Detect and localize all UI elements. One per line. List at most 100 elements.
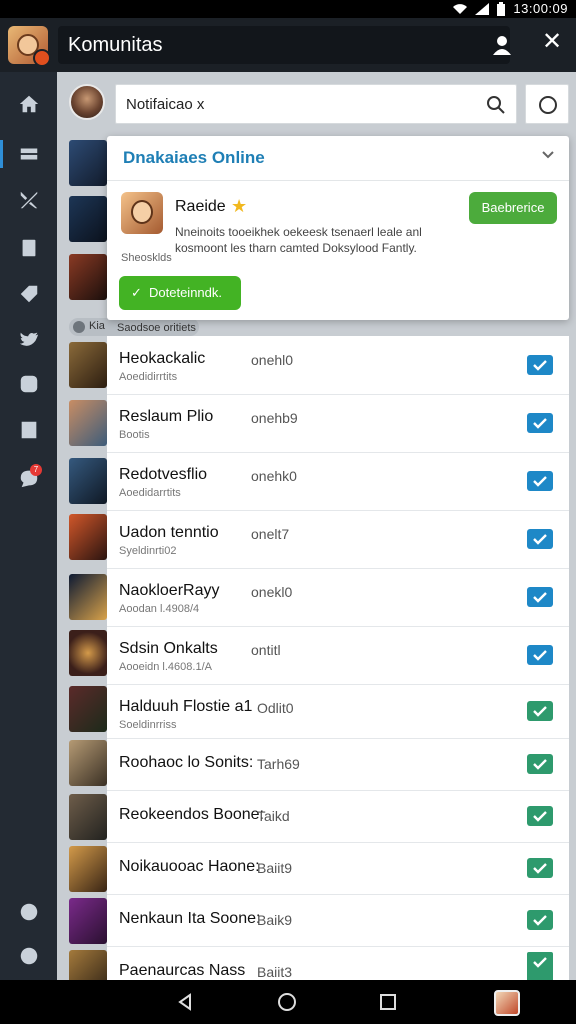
battery-icon xyxy=(497,1,506,16)
document-icon[interactable] xyxy=(0,228,57,268)
close-icon[interactable]: ✕ xyxy=(540,30,564,54)
table-row[interactable]: Reslaum Plio onehb9 Bootis xyxy=(107,394,569,453)
table-row[interactable]: Noikauooac Haone: Baiit9 xyxy=(107,842,569,895)
table-row[interactable]: Uadon tenntio onelt7 Syeldinrti02 xyxy=(107,510,569,569)
circle-icon xyxy=(539,96,557,114)
swords-icon[interactable] xyxy=(0,180,57,220)
row-checkbox[interactable] xyxy=(527,858,553,878)
game-thumbnail[interactable] xyxy=(69,140,107,186)
row-checkbox[interactable] xyxy=(527,952,553,980)
filter-label: Kia xyxy=(89,320,105,332)
game-thumbnail[interactable] xyxy=(69,686,107,732)
home-button-icon[interactable] xyxy=(278,993,296,1011)
done-button[interactable]: ✓ Doteteinndk. xyxy=(119,276,241,310)
home-icon[interactable] xyxy=(0,84,57,124)
game-thumbnail[interactable] xyxy=(69,846,107,892)
clock: 13:00:09 xyxy=(513,1,568,16)
game-thumbnail[interactable] xyxy=(69,254,107,300)
refresh-button[interactable] xyxy=(525,84,569,124)
game-thumbnail[interactable] xyxy=(69,898,107,944)
row-checkbox[interactable] xyxy=(527,355,553,375)
row-checkbox[interactable] xyxy=(527,529,553,549)
table-row[interactable]: Nenkaun Ita Soone: Baik9 xyxy=(107,894,569,947)
wifi-icon xyxy=(453,3,468,14)
row-code: onelt7 xyxy=(251,526,290,542)
row-title: NaokloerRayy xyxy=(119,582,220,599)
game-thumbnail[interactable] xyxy=(69,630,107,676)
list-header: Saodsoe oritiets xyxy=(117,322,196,334)
navigation-bar xyxy=(0,980,576,1024)
table-row[interactable]: Sdsin Onkalts ontitl Aooeidn l.4608.1/A xyxy=(107,626,569,685)
tag-icon[interactable] xyxy=(0,274,57,314)
book-icon[interactable] xyxy=(0,410,57,450)
row-title: Nenkaun Ita Soone: xyxy=(119,910,261,927)
row-subtitle: Aoedidarrtits xyxy=(119,487,181,499)
online-popup: Dnakaiaes Online Raeide ★ Nneinoits tooe… xyxy=(107,136,569,320)
game-thumbnail[interactable] xyxy=(69,342,107,388)
row-checkbox[interactable] xyxy=(527,645,553,665)
help-icon[interactable] xyxy=(0,936,57,976)
check-icon xyxy=(533,650,547,661)
app-shortcut-icon[interactable] xyxy=(494,990,520,1016)
subscribe-button[interactable]: Baebrerice xyxy=(469,192,557,224)
user-icon[interactable] xyxy=(492,34,512,56)
status-bar: 13:00:09 xyxy=(0,0,576,18)
row-checkbox[interactable] xyxy=(527,471,553,491)
check-icon xyxy=(533,476,547,487)
game-thumbnail[interactable] xyxy=(69,400,107,446)
check-icon: ✓ xyxy=(131,285,142,300)
game-thumbnail[interactable] xyxy=(69,950,107,980)
list-icon[interactable] xyxy=(0,134,57,174)
row-code: Baiit3 xyxy=(257,964,293,980)
search-text: Notifaicao x xyxy=(126,96,205,113)
row-checkbox[interactable] xyxy=(527,701,553,721)
row-title: Heokackalic xyxy=(119,350,206,367)
game-description: Nneinoits tooeikhek oekeesk tsenaerl lea… xyxy=(175,225,422,255)
game-thumbnail[interactable] xyxy=(69,794,107,840)
row-title: Reokeendos Boone: xyxy=(119,806,264,823)
game-thumbnail[interactable] xyxy=(69,196,107,242)
game-thumbnail[interactable] xyxy=(69,458,107,504)
app-logo-icon[interactable] xyxy=(8,26,51,67)
table-row[interactable]: Halduuh Flostie a1 Odlit0 Soeldinrriss xyxy=(107,684,569,739)
instagram-icon[interactable] xyxy=(0,364,57,404)
check-icon xyxy=(533,863,547,874)
row-code: Baik9 xyxy=(257,912,293,928)
game-thumbnail[interactable] xyxy=(69,740,107,786)
row-code: onehb9 xyxy=(251,410,298,426)
row-code: ontitl xyxy=(251,642,281,658)
row-checkbox[interactable] xyxy=(527,910,553,930)
row-checkbox[interactable] xyxy=(527,806,553,826)
notification-badge: 7 xyxy=(30,464,42,476)
table-row[interactable]: Paenaurcas Nass Baiit3 xyxy=(107,946,569,980)
avatar[interactable] xyxy=(69,84,105,120)
filter-icon xyxy=(73,321,85,333)
check-icon xyxy=(533,957,547,968)
table-row[interactable]: NaokloerRayy onekl0 Aoodan l.4908/4 xyxy=(107,568,569,627)
table-row[interactable]: Heokackalic onehl0 Aoedidirrtits xyxy=(107,336,569,395)
back-icon[interactable] xyxy=(176,992,196,1012)
row-code: onehk0 xyxy=(251,468,297,484)
twitter-icon[interactable] xyxy=(0,320,57,360)
row-checkbox[interactable] xyxy=(527,754,553,774)
table-row[interactable]: Reokeendos Boone: Taikd xyxy=(107,790,569,843)
game-thumbnail[interactable] xyxy=(69,574,107,620)
settings-icon[interactable] xyxy=(0,892,57,932)
game-thumbnail[interactable] xyxy=(69,514,107,560)
check-icon xyxy=(533,811,547,822)
chevron-down-icon[interactable] xyxy=(541,148,555,162)
row-code: onekl0 xyxy=(251,584,293,600)
app-header: Komunitas ✕ xyxy=(0,18,576,72)
search-icon[interactable] xyxy=(486,95,506,115)
popup-subtitle: Sheosklds xyxy=(121,252,172,264)
table-row[interactable]: Roohaoc lo Sonits: Tarh69 xyxy=(107,738,569,791)
row-title: Redotvesflio xyxy=(119,466,208,483)
row-title: Uadon tenntio xyxy=(119,524,219,541)
row-checkbox[interactable] xyxy=(527,587,553,607)
table-row[interactable]: Redotvesflio onehk0 Aoedidarrtits xyxy=(107,452,569,511)
recents-icon[interactable] xyxy=(380,994,396,1010)
row-checkbox[interactable] xyxy=(527,413,553,433)
chat-icon[interactable]: 7 xyxy=(0,458,57,498)
search-input[interactable]: Notifaicao x xyxy=(115,84,517,124)
game-icon xyxy=(121,192,163,234)
